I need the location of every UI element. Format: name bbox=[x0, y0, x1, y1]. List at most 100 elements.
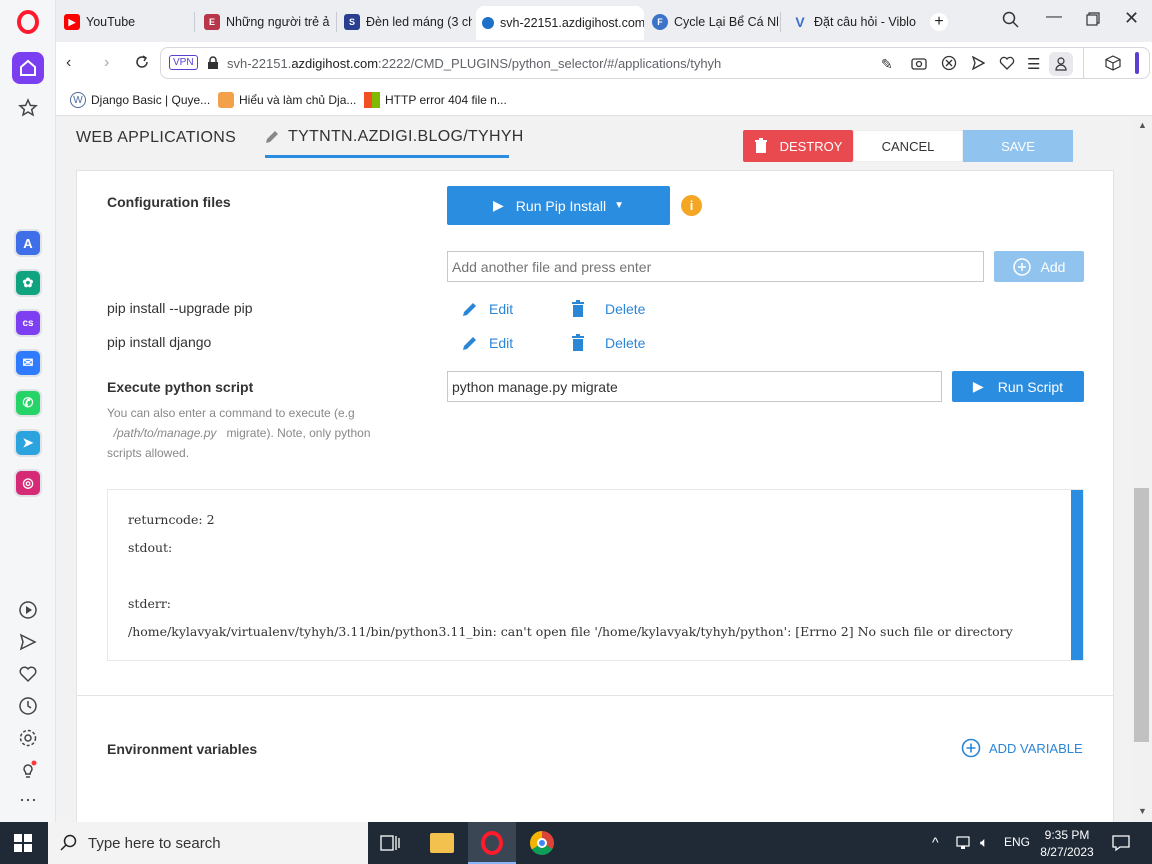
back-icon[interactable]: ‹ bbox=[66, 54, 71, 72]
chatsonic-app-icon[interactable]: cs bbox=[14, 309, 42, 337]
notifications-icon[interactable] bbox=[1112, 834, 1130, 857]
web-applications-breadcrumb[interactable]: WEB APPLICATIONS bbox=[76, 129, 236, 147]
reload-icon[interactable] bbox=[134, 54, 150, 75]
bookmarks-star-icon[interactable] bbox=[16, 96, 40, 120]
trash-icon bbox=[754, 138, 767, 153]
tab-fish-cycle[interactable]: F Cycle Lại Bể Cá Nhan bbox=[646, 8, 778, 36]
search-icon bbox=[60, 834, 77, 851]
delete-file-button[interactable]: Delete bbox=[571, 334, 645, 352]
sidebar-indicator bbox=[1135, 52, 1139, 74]
run-script-button[interactable]: ▶ Run Script bbox=[952, 371, 1084, 402]
language-indicator[interactable]: ENG bbox=[1004, 835, 1030, 849]
messenger-app-icon[interactable]: ✉ bbox=[14, 349, 42, 377]
destroy-button[interactable]: DESTROY bbox=[743, 130, 853, 162]
block-ads-icon[interactable] bbox=[941, 55, 957, 76]
tab-article[interactable]: E Những người trẻ ảo bbox=[198, 8, 330, 36]
aria-app-icon[interactable]: A bbox=[14, 229, 42, 257]
plus-circle-icon bbox=[961, 738, 981, 758]
save-button[interactable]: SAVE bbox=[963, 130, 1073, 162]
returncode-text: returncode: 2 bbox=[128, 512, 215, 527]
tab-youtube[interactable]: ▶ YouTube bbox=[58, 8, 188, 36]
extensions-cube-icon[interactable] bbox=[1105, 55, 1121, 76]
forward-icon[interactable]: › bbox=[104, 54, 109, 72]
history-icon[interactable] bbox=[16, 694, 40, 718]
opera-logo-icon[interactable] bbox=[16, 10, 40, 34]
divider bbox=[1083, 48, 1084, 78]
globe-icon bbox=[482, 17, 494, 29]
stdout-label: stdout: bbox=[128, 540, 173, 555]
edit-file-button[interactable]: Edit bbox=[461, 300, 513, 318]
active-tab-underline bbox=[265, 155, 509, 158]
clock[interactable]: 9:35 PM 8/27/2023 bbox=[1036, 827, 1098, 861]
run-pip-install-button[interactable]: ▶ Run Pip Install ▼ bbox=[447, 186, 670, 225]
scroll-up-icon[interactable]: ▲ bbox=[1138, 120, 1147, 130]
bookmark-heart-icon[interactable] bbox=[999, 56, 1015, 75]
instagram-app-icon[interactable]: ◎ bbox=[14, 469, 42, 497]
output-scrollbar[interactable] bbox=[1071, 490, 1083, 660]
send-to-icon[interactable] bbox=[971, 55, 986, 75]
opera-icon bbox=[481, 831, 503, 855]
tab-search-icon[interactable] bbox=[1002, 11, 1020, 34]
edit-page-icon[interactable]: ✎ bbox=[881, 56, 893, 73]
whatsapp-app-icon[interactable]: ✆ bbox=[14, 389, 42, 417]
bookmark-django-master[interactable]: Hiểu và làm chủ Dja... bbox=[218, 92, 356, 108]
tab-directadmin[interactable]: svh-22151.azdigihost.com bbox=[476, 6, 644, 40]
bookmark-django-basic[interactable]: W Django Basic | Quye... bbox=[70, 92, 210, 108]
execute-script-title: Execute python script bbox=[107, 379, 254, 395]
camera-icon[interactable] bbox=[911, 56, 927, 75]
app-title: TYTNTN.AZDIGI.BLOG/TYHYH bbox=[264, 128, 524, 146]
tab-viblo[interactable]: V Đặt câu hỏi - Viblo bbox=[786, 8, 918, 36]
caret-down-icon: ▼ bbox=[614, 200, 624, 211]
easy-setup-icon[interactable]: ☰ bbox=[1027, 55, 1040, 73]
lock-icon[interactable] bbox=[207, 56, 219, 75]
cancel-button[interactable]: CANCEL bbox=[853, 130, 963, 162]
scrollbar-thumb[interactable] bbox=[1134, 488, 1149, 742]
app-config-card: Configuration files ▶ Run Pip Install ▼ … bbox=[76, 170, 1114, 822]
network-icon[interactable] bbox=[956, 835, 974, 856]
close-window-icon[interactable]: ✕ bbox=[1124, 8, 1139, 29]
restore-icon[interactable] bbox=[1086, 12, 1100, 31]
settings-gear-icon[interactable] bbox=[16, 726, 40, 750]
add-file-button[interactable]: Add bbox=[994, 251, 1084, 282]
opera-taskbar-button[interactable] bbox=[468, 822, 516, 864]
scroll-down-icon[interactable]: ▼ bbox=[1138, 806, 1147, 816]
add-variable-button[interactable]: ADD VARIABLE bbox=[961, 738, 1083, 758]
vpn-badge[interactable]: VPN bbox=[169, 55, 198, 70]
bookmark-http-error[interactable]: HTTP error 404 file n... bbox=[364, 92, 507, 108]
new-tab-plus-icon[interactable]: + bbox=[930, 13, 948, 31]
pencil-edit-icon bbox=[463, 303, 476, 316]
telegram-app-icon[interactable]: ➤ bbox=[14, 429, 42, 457]
shop-favicon-icon: S bbox=[344, 14, 360, 30]
player-icon[interactable] bbox=[16, 598, 40, 622]
volume-icon[interactable]: 🔈︎ bbox=[980, 834, 988, 851]
chrome-icon[interactable] bbox=[530, 831, 554, 855]
youtube-icon: ▶ bbox=[64, 14, 80, 30]
add-file-input[interactable] bbox=[447, 251, 984, 282]
task-view-icon[interactable] bbox=[380, 834, 400, 857]
profile-icon[interactable] bbox=[1049, 52, 1073, 76]
lightbulb-icon[interactable] bbox=[16, 758, 40, 782]
home-icon[interactable] bbox=[12, 52, 44, 84]
site-favicon-icon: E bbox=[204, 14, 220, 30]
tab-bar: ▶ YouTube E Những người trẻ ảo S Đèn led… bbox=[56, 0, 1152, 42]
script-command-input[interactable] bbox=[447, 371, 942, 402]
file-explorer-icon[interactable] bbox=[430, 833, 454, 853]
url-field[interactable]: VPN svh-22151.azdigihost.com:2222/CMD_PL… bbox=[160, 47, 1150, 79]
edit-file-button[interactable]: Edit bbox=[461, 334, 513, 352]
more-options-icon[interactable]: ⋯ bbox=[16, 788, 40, 812]
info-icon[interactable]: i bbox=[681, 195, 702, 216]
section-divider bbox=[77, 695, 1113, 696]
windows-start-icon[interactable] bbox=[14, 834, 32, 857]
minimize-icon[interactable]: — bbox=[1046, 8, 1062, 26]
tab-shop[interactable]: S Đèn led máng (3 chế bbox=[338, 8, 472, 36]
delete-file-button[interactable]: Delete bbox=[571, 300, 645, 318]
heart-icon[interactable] bbox=[16, 662, 40, 686]
configuration-files-title: Configuration files bbox=[107, 194, 231, 210]
trash-delete-icon bbox=[572, 334, 584, 351]
chatgpt-app-icon[interactable]: ✿ bbox=[14, 269, 42, 297]
page-scrollbar[interactable]: ▲ ▼ bbox=[1132, 116, 1152, 822]
stderr-label: stderr: bbox=[128, 596, 171, 611]
send-icon[interactable] bbox=[16, 630, 40, 654]
show-hidden-icons-chevron-icon[interactable]: ^ bbox=[932, 834, 939, 850]
taskbar-search-box[interactable]: Type here to search bbox=[48, 822, 368, 864]
